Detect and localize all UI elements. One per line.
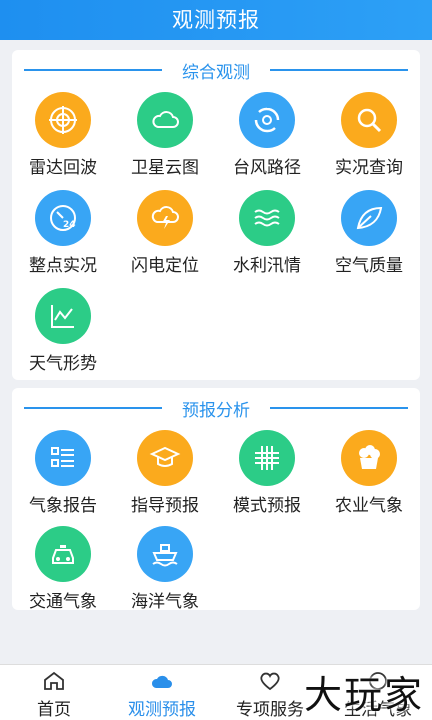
trend-chart-icon	[35, 288, 91, 344]
report-list-icon	[35, 430, 91, 486]
weather-situation-button[interactable]: 天气形势	[12, 284, 114, 382]
water-waves-icon	[239, 190, 295, 246]
model-forecast-button[interactable]: 模式预报	[216, 426, 318, 522]
tab-observation-forecast[interactable]: 观测预报	[108, 665, 216, 720]
svg-text:24: 24	[63, 220, 76, 230]
satellite-cloud-button[interactable]: 卫星云图	[114, 88, 216, 186]
watermark-text: 大玩家	[303, 673, 424, 717]
observation-section: 综合观测 雷达回波 卫星云图 台风路径 实况查询 24 整点实况 闪电定位 水利…	[12, 50, 420, 380]
leaf-icon	[341, 190, 397, 246]
item-label: 实况查询	[335, 158, 403, 178]
item-label: 模式预报	[233, 496, 301, 516]
tab-home[interactable]: 首页	[0, 665, 108, 720]
search-icon	[341, 92, 397, 148]
traffic-weather-button[interactable]: 交通气象	[12, 522, 114, 618]
item-label: 指导预报	[131, 496, 199, 516]
item-label: 空气质量	[335, 256, 403, 276]
cloud-icon	[137, 92, 193, 148]
cloud-icon	[151, 675, 172, 688]
home-icon	[44, 671, 64, 690]
guidance-forecast-button[interactable]: 指导预报	[114, 426, 216, 522]
tab-label: 专项服务	[236, 700, 304, 720]
forecast-section-header: 预报分析	[12, 388, 420, 426]
grid-icon	[239, 430, 295, 486]
item-label: 气象报告	[29, 496, 97, 516]
tab-label: 观测预报	[128, 700, 196, 720]
forecast-section: 预报分析 气象报告 指导预报 模式预报 农业气象 交通气象 海洋气象	[12, 388, 420, 612]
farm-basket-icon	[341, 430, 397, 486]
lightning-location-button[interactable]: 闪电定位	[114, 186, 216, 284]
observation-section-header: 综合观测	[12, 50, 420, 88]
typhoon-icon	[239, 92, 295, 148]
item-label: 水利汛情	[233, 256, 301, 276]
divider	[270, 407, 408, 409]
agri-weather-button[interactable]: 农业气象	[318, 426, 420, 522]
graduation-cap-icon	[137, 430, 193, 486]
hourly-live-button[interactable]: 24 整点实况	[12, 186, 114, 284]
item-label: 交通气象	[29, 592, 97, 612]
radar-echo-button[interactable]: 雷达回波	[12, 88, 114, 186]
water-flood-button[interactable]: 水利汛情	[216, 186, 318, 284]
ship-icon	[137, 526, 193, 582]
divider	[270, 69, 408, 71]
item-label: 雷达回波	[29, 158, 97, 178]
tab-label: 首页	[37, 700, 71, 720]
clock-24-icon: 24	[35, 190, 91, 246]
lightning-cloud-icon	[137, 190, 193, 246]
item-label: 整点实况	[29, 256, 97, 276]
typhoon-path-button[interactable]: 台风路径	[216, 88, 318, 186]
item-label: 闪电定位	[131, 256, 199, 276]
radar-icon	[35, 92, 91, 148]
heart-icon	[260, 672, 280, 691]
car-icon	[35, 526, 91, 582]
item-label: 卫星云图	[131, 158, 199, 178]
marine-weather-button[interactable]: 海洋气象	[114, 522, 216, 618]
item-label: 农业气象	[335, 496, 403, 516]
item-label: 海洋气象	[131, 592, 199, 612]
page-title: 观测预报	[0, 0, 432, 40]
weather-report-button[interactable]: 气象报告	[12, 426, 114, 522]
live-query-button[interactable]: 实况查询	[318, 88, 420, 186]
item-label: 台风路径	[233, 158, 301, 178]
air-quality-button[interactable]: 空气质量	[318, 186, 420, 284]
item-label: 天气形势	[29, 354, 97, 374]
